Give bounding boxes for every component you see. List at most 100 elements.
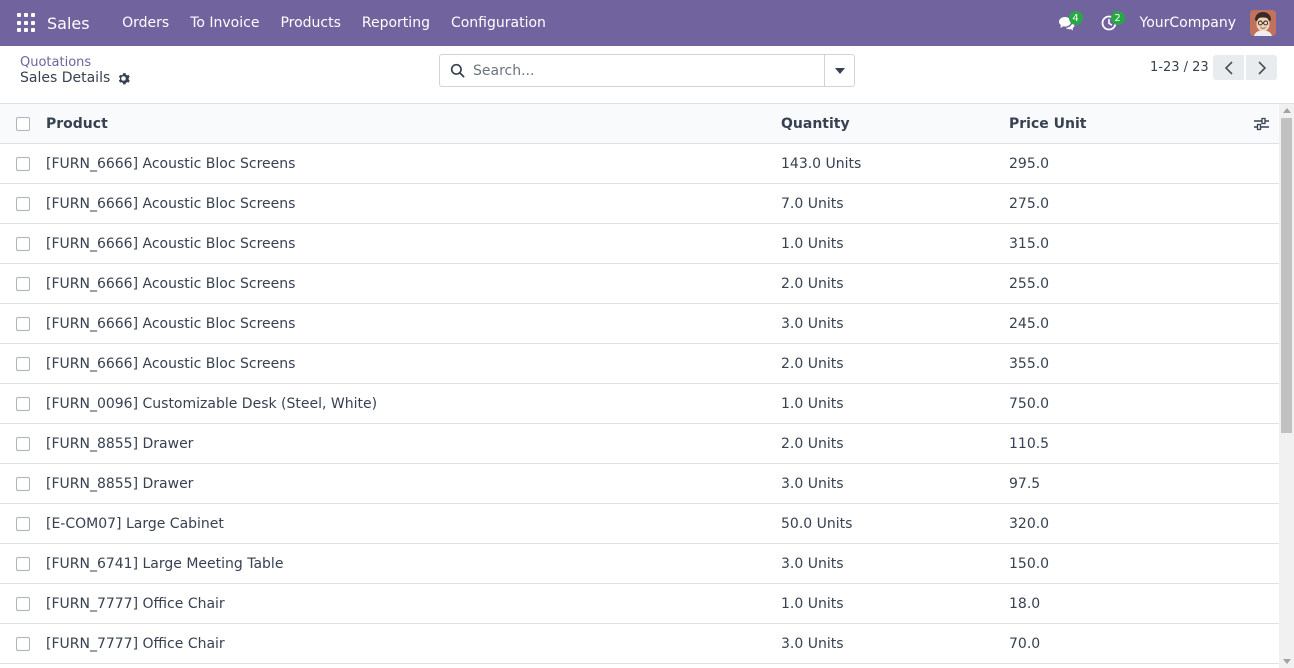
cell-price-unit: 750.0 bbox=[1009, 395, 1050, 412]
cell-quantity: 1.0 Units bbox=[781, 235, 844, 252]
chevron-left-icon bbox=[1224, 60, 1233, 75]
menu-item-products[interactable]: Products bbox=[270, 15, 351, 31]
messages-button[interactable]: 4 bbox=[1054, 0, 1083, 46]
cell-product: [FURN_7777] Office Chair bbox=[46, 595, 225, 612]
cell-product: [E-COM07] Large Cabinet bbox=[46, 515, 224, 532]
pager-value[interactable]: 1-23 / 23 bbox=[1150, 60, 1209, 75]
app-name[interactable]: Sales bbox=[47, 14, 90, 33]
row-checkbox[interactable] bbox=[16, 357, 30, 371]
menu-item-configuration[interactable]: Configuration bbox=[440, 15, 556, 31]
row-checkbox[interactable] bbox=[16, 637, 30, 651]
table-row[interactable]: [E-COM07] Large Cabinet 50.0 Units 320.0 bbox=[0, 504, 1279, 544]
cell-product: [FURN_6666] Acoustic Bloc Screens bbox=[46, 155, 296, 172]
scroll-up-arrow-icon[interactable] bbox=[1283, 108, 1291, 113]
table-row[interactable]: [FURN_6741] Large Meeting Table 3.0 Unit… bbox=[0, 544, 1279, 584]
vertical-scrollbar[interactable] bbox=[1279, 104, 1294, 668]
pager-next-button[interactable] bbox=[1246, 55, 1277, 80]
row-checkbox[interactable] bbox=[16, 437, 30, 451]
cell-product: [FURN_6666] Acoustic Bloc Screens bbox=[46, 235, 296, 252]
table-row[interactable]: [FURN_8855] Drawer 3.0 Units 97.5 bbox=[0, 464, 1279, 504]
row-checkbox[interactable] bbox=[16, 397, 30, 411]
cell-price-unit: 275.0 bbox=[1009, 195, 1050, 212]
cell-product: [FURN_6666] Acoustic Bloc Screens bbox=[46, 275, 296, 292]
search-bar bbox=[439, 54, 855, 87]
table-row[interactable]: [FURN_6666] Acoustic Bloc Screens 143.0 … bbox=[0, 144, 1279, 184]
cell-quantity: 143.0 Units bbox=[781, 155, 862, 172]
row-checkbox[interactable] bbox=[16, 557, 30, 571]
row-checkbox[interactable] bbox=[16, 517, 30, 531]
row-checkbox[interactable] bbox=[16, 317, 30, 331]
cell-quantity: 3.0 Units bbox=[781, 635, 844, 652]
activities-badge: 2 bbox=[1110, 11, 1125, 25]
pager-previous-button[interactable] bbox=[1213, 55, 1244, 80]
cell-quantity: 3.0 Units bbox=[781, 315, 844, 332]
table-row[interactable]: [FURN_6666] Acoustic Bloc Screens 1.0 Un… bbox=[0, 224, 1279, 264]
cell-price-unit: 150.0 bbox=[1009, 555, 1050, 572]
row-checkbox[interactable] bbox=[16, 197, 30, 211]
company-switcher[interactable]: YourCompany bbox=[1140, 15, 1237, 31]
cell-product: [FURN_0096] Customizable Desk (Steel, Wh… bbox=[46, 395, 378, 412]
scrollbar-thumb[interactable] bbox=[1281, 118, 1292, 433]
menu-item-to-invoice[interactable]: To Invoice bbox=[180, 15, 270, 31]
column-header-product[interactable]: Product bbox=[46, 116, 108, 132]
table-row[interactable]: [FURN_7777] Office Chair 3.0 Units 70.0 bbox=[0, 624, 1279, 664]
chevron-right-icon bbox=[1257, 60, 1266, 75]
column-header-price-unit[interactable]: Price Unit bbox=[1009, 116, 1086, 132]
user-avatar[interactable] bbox=[1250, 10, 1276, 36]
control-panel: Quotations Sales Details 1-23 / 23 bbox=[0, 46, 1294, 104]
select-all-checkbox[interactable] bbox=[16, 117, 30, 131]
menu-item-orders[interactable]: Orders bbox=[112, 15, 180, 31]
avatar-face-icon bbox=[1250, 10, 1276, 36]
cell-quantity: 1.0 Units bbox=[781, 595, 844, 612]
row-checkbox[interactable] bbox=[16, 597, 30, 611]
row-checkbox[interactable] bbox=[16, 277, 30, 291]
cell-product: [FURN_8855] Drawer bbox=[46, 475, 194, 492]
cell-product: [FURN_6666] Acoustic Bloc Screens bbox=[46, 195, 296, 212]
caret-down-icon bbox=[834, 67, 845, 74]
cell-quantity: 3.0 Units bbox=[781, 555, 844, 572]
gear-icon[interactable] bbox=[117, 72, 131, 85]
table-row[interactable]: [FURN_0096] Customizable Desk (Steel, Wh… bbox=[0, 384, 1279, 424]
table-row[interactable]: [FURN_6666] Acoustic Bloc Screens 7.0 Un… bbox=[0, 184, 1279, 224]
cell-price-unit: 315.0 bbox=[1009, 235, 1050, 252]
cell-price-unit: 97.5 bbox=[1009, 475, 1041, 492]
cell-price-unit: 110.5 bbox=[1009, 435, 1050, 452]
table-row[interactable]: [FURN_6666] Acoustic Bloc Screens 2.0 Un… bbox=[0, 264, 1279, 304]
table-header: Product Quantity Price Unit bbox=[0, 104, 1279, 144]
cell-price-unit: 295.0 bbox=[1009, 155, 1050, 172]
apps-grid-icon[interactable] bbox=[17, 13, 37, 33]
cell-quantity: 2.0 Units bbox=[781, 355, 844, 372]
table-row[interactable]: [FURN_8855] Drawer 2.0 Units 110.5 bbox=[0, 424, 1279, 464]
cell-price-unit: 245.0 bbox=[1009, 315, 1050, 332]
pager-buttons bbox=[1213, 55, 1277, 80]
column-header-quantity[interactable]: Quantity bbox=[781, 116, 850, 132]
page-title: Sales Details bbox=[20, 70, 131, 86]
table-row[interactable]: [FURN_7777] Office Chair 1.0 Units 18.0 bbox=[0, 584, 1279, 624]
cell-price-unit: 320.0 bbox=[1009, 515, 1050, 532]
activities-button[interactable]: 2 bbox=[1096, 0, 1125, 46]
messages-badge: 4 bbox=[1068, 11, 1083, 25]
row-checkbox[interactable] bbox=[16, 477, 30, 491]
cell-quantity: 50.0 Units bbox=[781, 515, 853, 532]
scroll-down-arrow-icon[interactable] bbox=[1283, 659, 1291, 664]
main-menu: Orders To Invoice Products Reporting Con… bbox=[112, 15, 557, 31]
table-row[interactable]: [FURN_6666] Acoustic Bloc Screens 2.0 Un… bbox=[0, 344, 1279, 384]
cell-product: [FURN_7777] Office Chair bbox=[46, 635, 225, 652]
search-input[interactable] bbox=[473, 62, 813, 79]
search-options-toggle[interactable] bbox=[824, 55, 854, 86]
table-row[interactable]: [FURN_6666] Acoustic Bloc Screens 3.0 Un… bbox=[0, 304, 1279, 344]
cell-product: [FURN_8855] Drawer bbox=[46, 435, 194, 452]
cell-quantity: 2.0 Units bbox=[781, 275, 844, 292]
list-view: Product Quantity Price Unit [FURN_6666] … bbox=[0, 104, 1279, 668]
cell-product: [FURN_6741] Large Meeting Table bbox=[46, 555, 284, 572]
cell-price-unit: 355.0 bbox=[1009, 355, 1050, 372]
menu-item-reporting[interactable]: Reporting bbox=[351, 15, 440, 31]
row-checkbox[interactable] bbox=[16, 237, 30, 251]
breadcrumb-quotations[interactable]: Quotations bbox=[20, 55, 91, 70]
cell-price-unit: 18.0 bbox=[1009, 595, 1041, 612]
optional-columns-icon[interactable] bbox=[1254, 117, 1269, 131]
search-icon bbox=[450, 63, 465, 78]
row-checkbox[interactable] bbox=[16, 157, 30, 171]
cell-quantity: 1.0 Units bbox=[781, 395, 844, 412]
cell-quantity: 2.0 Units bbox=[781, 435, 844, 452]
